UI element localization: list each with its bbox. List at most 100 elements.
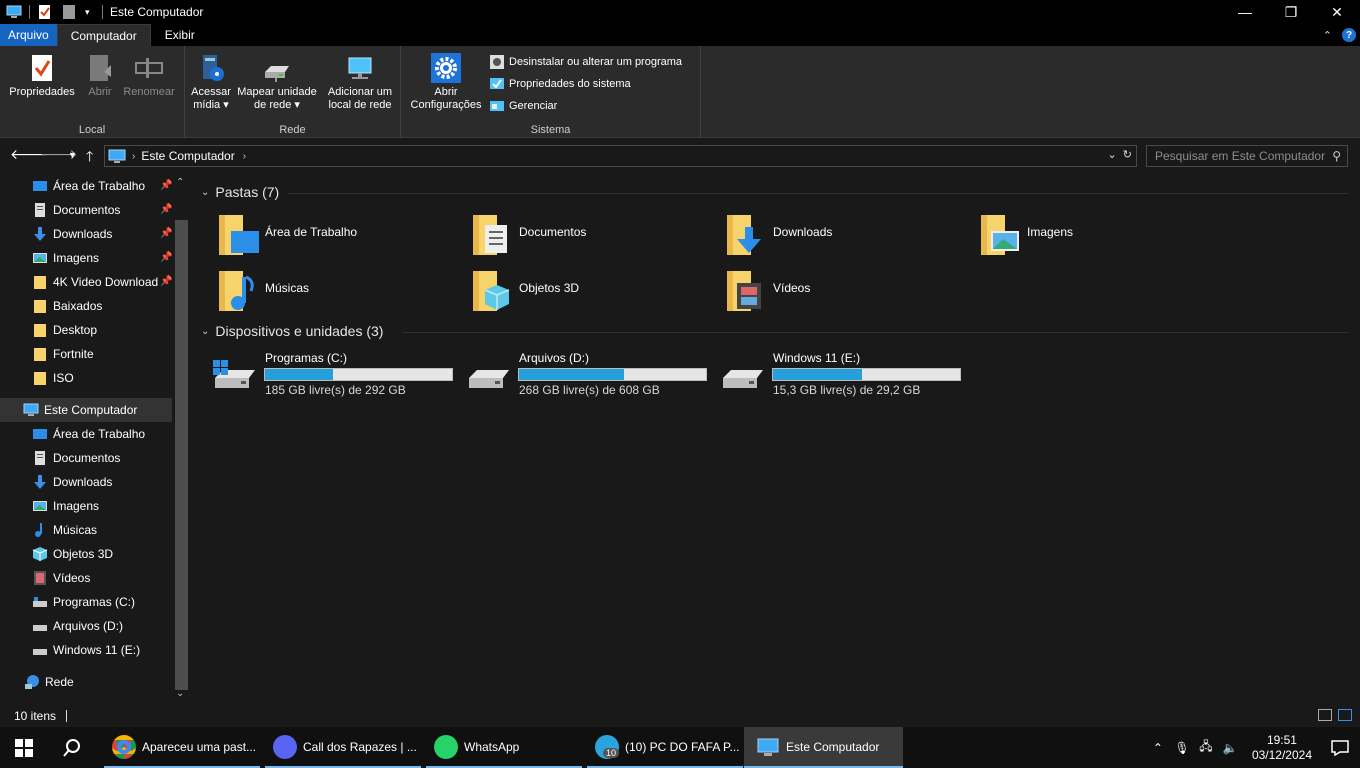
pin-icon[interactable]: 📌: [160, 228, 172, 239]
chevron-down-icon[interactable]: ▾: [85, 4, 95, 20]
recent-locations-chevron-icon[interactable]: ▼: [68, 150, 77, 160]
manage-button[interactable]: Gerenciar: [489, 98, 557, 114]
history-dropdown-icon[interactable]: ⌄: [1107, 149, 1116, 161]
nav-item-fortnite[interactable]: Fortnite: [32, 342, 94, 366]
folder-music[interactable]: Músicas: [217, 269, 467, 317]
help-icon[interactable]: ?: [1342, 28, 1356, 42]
scroll-up-icon[interactable]: ⌃: [176, 177, 184, 188]
nav-item-drive-c[interactable]: Programas (C:): [32, 590, 135, 614]
ribbon-tabs: Arquivo Computador Exibir ⌃ ?: [0, 24, 1360, 46]
navigation-bar: 🡐 🡒 ▼ 🡑 › Este Computador › ⌄ ↻ Pesquisa…: [0, 139, 1360, 173]
taskbar-search-button[interactable]: [48, 727, 96, 768]
nav-item-iso[interactable]: ISO: [32, 366, 74, 390]
add-network-location-button[interactable]: Adicionar um local de rede: [321, 52, 399, 112]
details-view-icon[interactable]: [1318, 709, 1332, 721]
nav-item-pc-3d-objects[interactable]: Objetos 3D: [32, 542, 113, 566]
scroll-thumb[interactable]: [175, 220, 188, 690]
group-system: Abrir Configurações Desinstalar ou alter…: [401, 46, 701, 138]
system-properties-button[interactable]: Propriedades do sistema: [489, 76, 631, 92]
nav-item-downloads[interactable]: Downloads: [32, 222, 112, 246]
up-button[interactable]: 🡑: [86, 146, 93, 170]
close-button[interactable]: ✕: [1314, 0, 1360, 24]
microphone-icon[interactable]: 🎙: [1171, 740, 1193, 756]
address-bar[interactable]: › Este Computador › ⌄ ↻: [104, 145, 1137, 167]
drive-e[interactable]: Windows 11 (E:) 15,3 GB livre(s) de 29,2…: [701, 348, 961, 397]
breadcrumb-chevron-icon[interactable]: ›: [132, 151, 135, 162]
nav-item-pc-downloads[interactable]: Downloads: [32, 470, 112, 494]
nav-item-pc-desktop[interactable]: Área de Trabalho: [32, 422, 145, 446]
group-network: Acessar mídia ▾ Mapear unidade de rede ▾…: [185, 46, 401, 138]
network-icon[interactable]: 🖧: [1195, 739, 1217, 756]
drive-d[interactable]: Arquivos (D:) 268 GB livre(s) de 608 GB: [447, 348, 707, 397]
tab-computer[interactable]: Computador: [56, 24, 151, 46]
tab-view[interactable]: Exibir: [151, 24, 209, 46]
nav-item-pictures[interactable]: Imagens: [32, 246, 99, 270]
nav-item-pc-videos[interactable]: Vídeos: [32, 566, 90, 590]
item-count: 10 itens: [14, 709, 57, 723]
pin-icon[interactable]: 📌: [160, 276, 172, 287]
breadcrumb[interactable]: Este Computador: [141, 149, 234, 163]
folder-videos[interactable]: Vídeos: [725, 269, 975, 317]
pin-icon[interactable]: 📌: [160, 204, 172, 215]
downloads-folder-icon: [727, 215, 761, 255]
drive-icon: [723, 370, 763, 388]
folder-icon: [34, 276, 46, 289]
large-icons-view-icon[interactable]: [1338, 709, 1352, 721]
nav-scrollbar[interactable]: ⌃ ⌄: [173, 173, 190, 705]
open-button[interactable]: Abrir: [82, 52, 118, 99]
properties-quick-icon[interactable]: [37, 4, 53, 20]
map-drive-button[interactable]: Mapear unidade de rede ▾: [233, 52, 321, 112]
nav-item-baixados[interactable]: Baixados: [32, 294, 102, 318]
properties-button[interactable]: Propriedades: [8, 52, 76, 99]
nav-item-documents[interactable]: Documentos: [32, 198, 120, 222]
new-folder-quick-icon[interactable]: [61, 4, 77, 20]
nav-item-pc-documents[interactable]: Documentos: [32, 446, 120, 470]
scroll-down-icon[interactable]: ⌄: [176, 688, 184, 699]
refresh-icon[interactable]: ↻: [1123, 149, 1132, 161]
rename-button[interactable]: Renomear: [120, 52, 178, 99]
taskbar-app-telegram[interactable]: 10 (10) PC DO FAFA P...: [587, 727, 743, 768]
pin-icon[interactable]: 📌: [160, 180, 172, 191]
nav-item-desktop-folder[interactable]: Desktop: [32, 318, 97, 342]
taskbar-app-whatsapp[interactable]: WhatsApp: [426, 727, 582, 768]
nav-item-drive-d[interactable]: Arquivos (D:): [32, 614, 123, 638]
nav-item-drive-e[interactable]: Windows 11 (E:): [32, 638, 140, 662]
access-media-button[interactable]: Acessar mídia ▾: [189, 52, 233, 112]
nav-item-desktop[interactable]: Área de Trabalho: [32, 174, 145, 198]
clock[interactable]: 19:51 03/12/2024: [1252, 733, 1312, 763]
maximize-button[interactable]: ❐: [1268, 0, 1314, 24]
manage-icon: [490, 101, 504, 111]
nav-item-pc-pictures[interactable]: Imagens: [32, 494, 99, 518]
folder-desktop[interactable]: Área de Trabalho: [217, 213, 467, 261]
chevron-up-icon[interactable]: ⌃: [1323, 29, 1332, 42]
start-button[interactable]: [0, 727, 48, 768]
uninstall-program-button[interactable]: Desinstalar ou alterar um programa: [489, 54, 682, 70]
pin-icon[interactable]: 📌: [160, 252, 172, 263]
taskbar-app-explorer[interactable]: Este Computador: [744, 727, 903, 768]
folders-section-header[interactable]: ⌄ Pastas (7): [201, 184, 279, 200]
this-pc-icon: [23, 403, 39, 416]
nav-item-pc-music[interactable]: Músicas: [32, 518, 97, 542]
nav-item-4k-video-download[interactable]: 4K Video Download: [32, 270, 158, 294]
volume-icon[interactable]: 🔈: [1219, 740, 1241, 756]
notifications-button[interactable]: [1320, 727, 1360, 768]
taskbar-app-discord[interactable]: Call dos Rapazes | ...: [265, 727, 421, 768]
tab-file[interactable]: Arquivo: [0, 24, 57, 46]
nav-item-network[interactable]: Rede: [24, 670, 74, 694]
open-settings-button[interactable]: Abrir Configurações: [405, 52, 487, 112]
folder-downloads[interactable]: Downloads: [725, 213, 975, 261]
chevron-up-icon[interactable]: ⌃: [1147, 740, 1169, 756]
search-input[interactable]: Pesquisar em Este Computador ⚲: [1146, 145, 1348, 167]
taskbar-app-chrome[interactable]: Apareceu uma past...: [104, 727, 260, 768]
folder-3d-objects[interactable]: Objetos 3D: [471, 269, 721, 317]
drive-c[interactable]: Programas (C:) 185 GB livre(s) de 292 GB: [193, 348, 453, 397]
search-icon: [63, 738, 80, 757]
nav-item-this-pc[interactable]: Este Computador: [0, 398, 172, 422]
minimize-button[interactable]: —: [1222, 0, 1268, 24]
drives-section-header[interactable]: ⌄ Dispositivos e unidades (3): [201, 323, 383, 339]
notification-icon: [1331, 739, 1349, 756]
folder-documents[interactable]: Documentos: [471, 213, 721, 261]
folder-pictures[interactable]: Imagens: [979, 213, 1229, 261]
breadcrumb-chevron-icon[interactable]: ›: [243, 151, 246, 162]
this-pc-icon[interactable]: [6, 4, 22, 20]
